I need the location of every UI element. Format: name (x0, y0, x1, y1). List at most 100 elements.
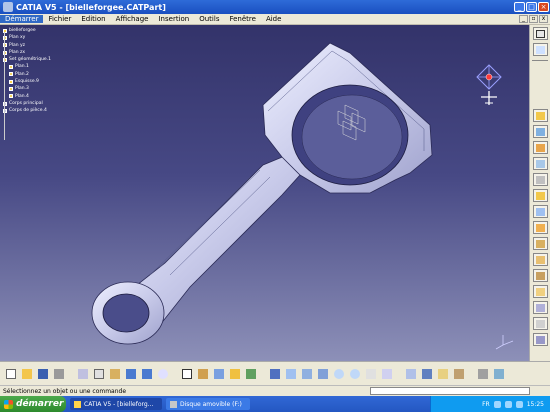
close-button[interactable]: × (538, 2, 549, 12)
slot-button[interactable] (533, 205, 548, 218)
new-button[interactable] (4, 367, 18, 381)
compass-icon[interactable] (471, 63, 507, 113)
rib-button[interactable] (533, 189, 548, 202)
start-button[interactable]: démarrer (0, 396, 66, 412)
whats-this-button[interactable] (156, 367, 170, 381)
mirror-button[interactable] (533, 317, 548, 330)
shell-button[interactable] (533, 285, 548, 298)
cut-button[interactable] (76, 367, 90, 381)
doc-close-button[interactable]: x (539, 15, 548, 23)
stiffener-button[interactable] (533, 221, 548, 234)
print-button[interactable] (52, 367, 66, 381)
window-title: CATIA V5 - [bielleforgee.CATPart] (16, 2, 166, 12)
copy-icon (94, 368, 104, 379)
hide-show-button[interactable] (436, 367, 450, 381)
save-button[interactable] (36, 367, 50, 381)
iso-view-button[interactable] (404, 367, 418, 381)
menu-insertion[interactable]: Insertion (153, 15, 194, 23)
menu-bar: Démarrer Fichier Edition Affichage Inser… (0, 14, 550, 25)
pattern-button[interactable] (533, 333, 548, 346)
pattern-icon (536, 336, 545, 344)
menu-aide[interactable]: Aide (261, 15, 286, 23)
analysis-button[interactable] (212, 367, 226, 381)
chamfer-button[interactable] (533, 253, 548, 266)
zoom-in-button[interactable] (332, 367, 346, 381)
status-bar: Sélectionnez un objet ou une commande (0, 385, 550, 396)
update-button[interactable] (244, 367, 258, 381)
fillet-button[interactable] (533, 237, 548, 250)
connecting-rod-model[interactable] (0, 25, 529, 361)
rotate-button[interactable] (316, 367, 330, 381)
command-input[interactable] (370, 387, 530, 395)
menu-outils[interactable]: Outils (194, 15, 224, 23)
multi-view-button[interactable] (380, 367, 394, 381)
menu-fichier[interactable]: Fichier (43, 15, 76, 23)
axis-triad (495, 335, 514, 350)
update-icon (246, 368, 256, 379)
redo-icon (142, 368, 152, 379)
right-toolbar (529, 25, 550, 361)
draft-button[interactable] (533, 269, 548, 282)
sketch-tool-button[interactable] (533, 27, 548, 40)
redo-button[interactable] (140, 367, 154, 381)
menu-affichage[interactable]: Affichage (111, 15, 154, 23)
catalog-button[interactable] (196, 367, 210, 381)
copy-button[interactable] (92, 367, 106, 381)
print-icon (54, 368, 64, 379)
slot-icon (536, 208, 545, 216)
open-button[interactable] (20, 367, 34, 381)
volume-icon[interactable] (504, 400, 512, 408)
minimize-button[interactable]: _ (514, 2, 525, 12)
doc-restore-button[interactable]: ▫ (529, 15, 538, 23)
3d-viewport[interactable]: bielleforgee Plan xy Plan yz Plan zx Set… (0, 25, 529, 361)
doc-minimize-button[interactable]: _ (519, 15, 528, 23)
language-indicator[interactable]: FR (482, 401, 490, 408)
taskbar-item-catia[interactable]: CATIA V5 - [bielleforg... (70, 398, 162, 410)
groove-button[interactable] (533, 157, 548, 170)
toolbar-separator (532, 60, 548, 61)
help-icon (158, 368, 168, 379)
formula-icon (182, 368, 192, 379)
pad-icon (536, 112, 545, 120)
fly-mode-button[interactable] (268, 367, 282, 381)
groove-icon (536, 160, 545, 168)
catalog-icon (198, 368, 208, 379)
taskbar-item-removable-disk[interactable]: Disque amovible (F:) (166, 398, 250, 410)
menu-fenetre[interactable]: Fenêtre (224, 15, 260, 23)
hole-button[interactable] (533, 173, 548, 186)
menu-edition[interactable]: Edition (76, 15, 110, 23)
paste-icon (110, 368, 120, 379)
open-folder-icon (22, 368, 32, 379)
mirror-icon (536, 320, 545, 328)
swap-space-button[interactable] (452, 367, 466, 381)
catia-task-icon (74, 400, 81, 408)
pocket-button[interactable] (533, 125, 548, 138)
sketch-icon (536, 30, 545, 38)
render-button[interactable] (492, 367, 506, 381)
fit-all-icon (286, 368, 296, 379)
material-button[interactable] (476, 367, 490, 381)
windows-logo-icon (4, 399, 13, 409)
formula-button[interactable] (180, 367, 194, 381)
draft-icon (536, 272, 545, 280)
fit-all-button[interactable] (284, 367, 298, 381)
thickness-button[interactable] (533, 301, 548, 314)
thickness-icon (536, 304, 545, 312)
paste-button[interactable] (108, 367, 122, 381)
undo-button[interactable] (124, 367, 138, 381)
maximize-button[interactable]: □ (526, 2, 537, 12)
shaft-button[interactable] (533, 141, 548, 154)
pan-button[interactable] (300, 367, 314, 381)
zoom-out-button[interactable] (348, 367, 362, 381)
plane-tool-button[interactable] (533, 43, 548, 56)
measure-button[interactable] (228, 367, 242, 381)
menu-demarrer[interactable]: Démarrer (0, 15, 44, 23)
pad-button[interactable] (533, 109, 548, 122)
security-icon[interactable] (515, 400, 523, 408)
status-prompt: Sélectionnez un objet ou une commande (3, 387, 127, 395)
normal-view-button[interactable] (364, 367, 378, 381)
plane-icon (536, 46, 545, 54)
shading-button[interactable] (420, 367, 434, 381)
network-icon[interactable] (493, 400, 501, 408)
catia-app-icon (3, 2, 13, 12)
